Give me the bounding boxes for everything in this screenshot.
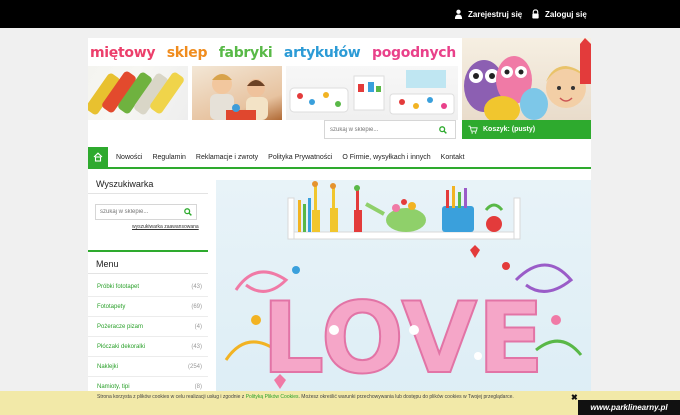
banner-photo-threads — [88, 66, 188, 120]
nav-home-button[interactable] — [88, 147, 108, 167]
cookie-text: Strona korzysta z plików cookies w celu … — [97, 394, 514, 400]
cookie-policy-link[interactable]: Polityką Plików Cookies — [246, 394, 299, 400]
menu-item-count: (43) — [191, 343, 202, 350]
banner-word: fabryki — [218, 45, 273, 61]
cookie-text-after: . Możesz określić warunki przechowywania… — [298, 394, 514, 400]
sidebar-menu-item[interactable]: Płóczaki dekoralki (43) — [88, 337, 208, 357]
menu-item-label: Naklejki — [97, 363, 119, 370]
sidebar-menu-item[interactable]: Naklejki (254) — [88, 357, 208, 377]
menu-item-count: (4) — [194, 323, 202, 330]
login-label: Zaloguj się — [545, 9, 587, 19]
cookie-text-before: Strona korzysta z plików cookies w celu … — [97, 394, 245, 400]
sidebar-menu-item[interactable]: Pożeracze pizam (4) — [88, 317, 208, 337]
cookie-close-icon[interactable]: ✖ — [571, 393, 578, 402]
sidebar-menu: Próbki fototapet (43) Fototapety (69) Poże… — [88, 277, 208, 397]
header-search — [324, 120, 456, 139]
banner-photo-children — [192, 66, 282, 120]
advanced-search-link[interactable]: wyszukiwarka zaawansowana — [132, 224, 199, 230]
nav-item-reklamacje[interactable]: Reklamacje i zwroty — [191, 147, 263, 167]
menu-item-label: Namioty, tipi — [97, 383, 130, 390]
menu-item-label: Pożeracze pizam — [97, 323, 144, 330]
banner-photo-room — [286, 66, 458, 120]
nav-item-nowosci[interactable]: Nowości — [111, 147, 147, 167]
banner-word: pogodnych — [371, 45, 456, 61]
sidebar-search-title: Wyszukiwarka — [88, 175, 208, 194]
nav-item-o-firmie[interactable]: O Firmie, wysyłkach i innych — [337, 147, 435, 167]
banner-owls-photo — [462, 38, 591, 120]
sidebar-menu-title: Menu — [88, 255, 208, 274]
sidebar-search — [95, 204, 197, 220]
register-label: Zarejestruj się — [468, 9, 523, 19]
user-icon — [454, 9, 463, 19]
banner-word: miętowy — [90, 45, 156, 61]
sidebar-search-button[interactable] — [180, 205, 196, 220]
cart-icon — [468, 125, 478, 134]
menu-item-count: (8) — [194, 383, 202, 390]
sidebar-divider — [88, 250, 208, 252]
banner-title: miętowy sklep fabryki artykułów pogodnyc… — [90, 42, 456, 64]
hero-love-text: LOVE — [262, 282, 544, 396]
sidebar-search-input[interactable] — [96, 205, 180, 219]
main-nav: Nowości Regulamin Reklamacje i zwroty Po… — [88, 147, 591, 169]
nav-item-polityka[interactable]: Polityka Prywatności — [263, 147, 337, 167]
page-container: miętowy sklep fabryki artykułów pogodnyc… — [88, 38, 591, 415]
home-icon — [93, 152, 103, 162]
banner[interactable]: miętowy sklep fabryki artykułów pogodnyc… — [88, 38, 458, 120]
nav-item-kontakt[interactable]: Kontakt — [436, 147, 470, 167]
menu-item-label: Fototapety — [97, 303, 126, 310]
header-search-button[interactable] — [435, 122, 451, 137]
menu-item-count: (69) — [191, 303, 202, 310]
menu-item-label: Płóczaki dekoralki — [97, 343, 146, 350]
banner-word: artykułów — [283, 45, 361, 61]
watermark: www.parklinearny.pl — [578, 400, 680, 415]
cart-label: Koszyk: (pusty) — [483, 126, 536, 133]
banner-word: sklep — [166, 45, 208, 61]
lock-icon — [532, 9, 539, 19]
sidebar-menu-item[interactable]: Fototapety (69) — [88, 297, 208, 317]
menu-item-count: (43) — [191, 283, 202, 290]
cart-button[interactable]: Koszyk: (pusty) — [462, 120, 591, 139]
header-search-input[interactable] — [325, 122, 435, 137]
login-link[interactable]: Zaloguj się — [531, 8, 587, 20]
sidebar-menu-item[interactable]: Próbki fototapet (43) — [88, 277, 208, 297]
search-icon — [184, 208, 192, 216]
menu-item-label: Próbki fototapet — [97, 283, 140, 290]
search-icon — [439, 125, 447, 134]
register-link[interactable]: Zarejestruj się — [454, 8, 522, 20]
nav-item-regulamin[interactable]: Regulamin — [147, 147, 190, 167]
hero-image[interactable]: LOVE — [216, 180, 591, 415]
menu-item-count: (254) — [187, 363, 202, 370]
top-bar: Zarejestruj się Zaloguj się — [0, 0, 680, 28]
